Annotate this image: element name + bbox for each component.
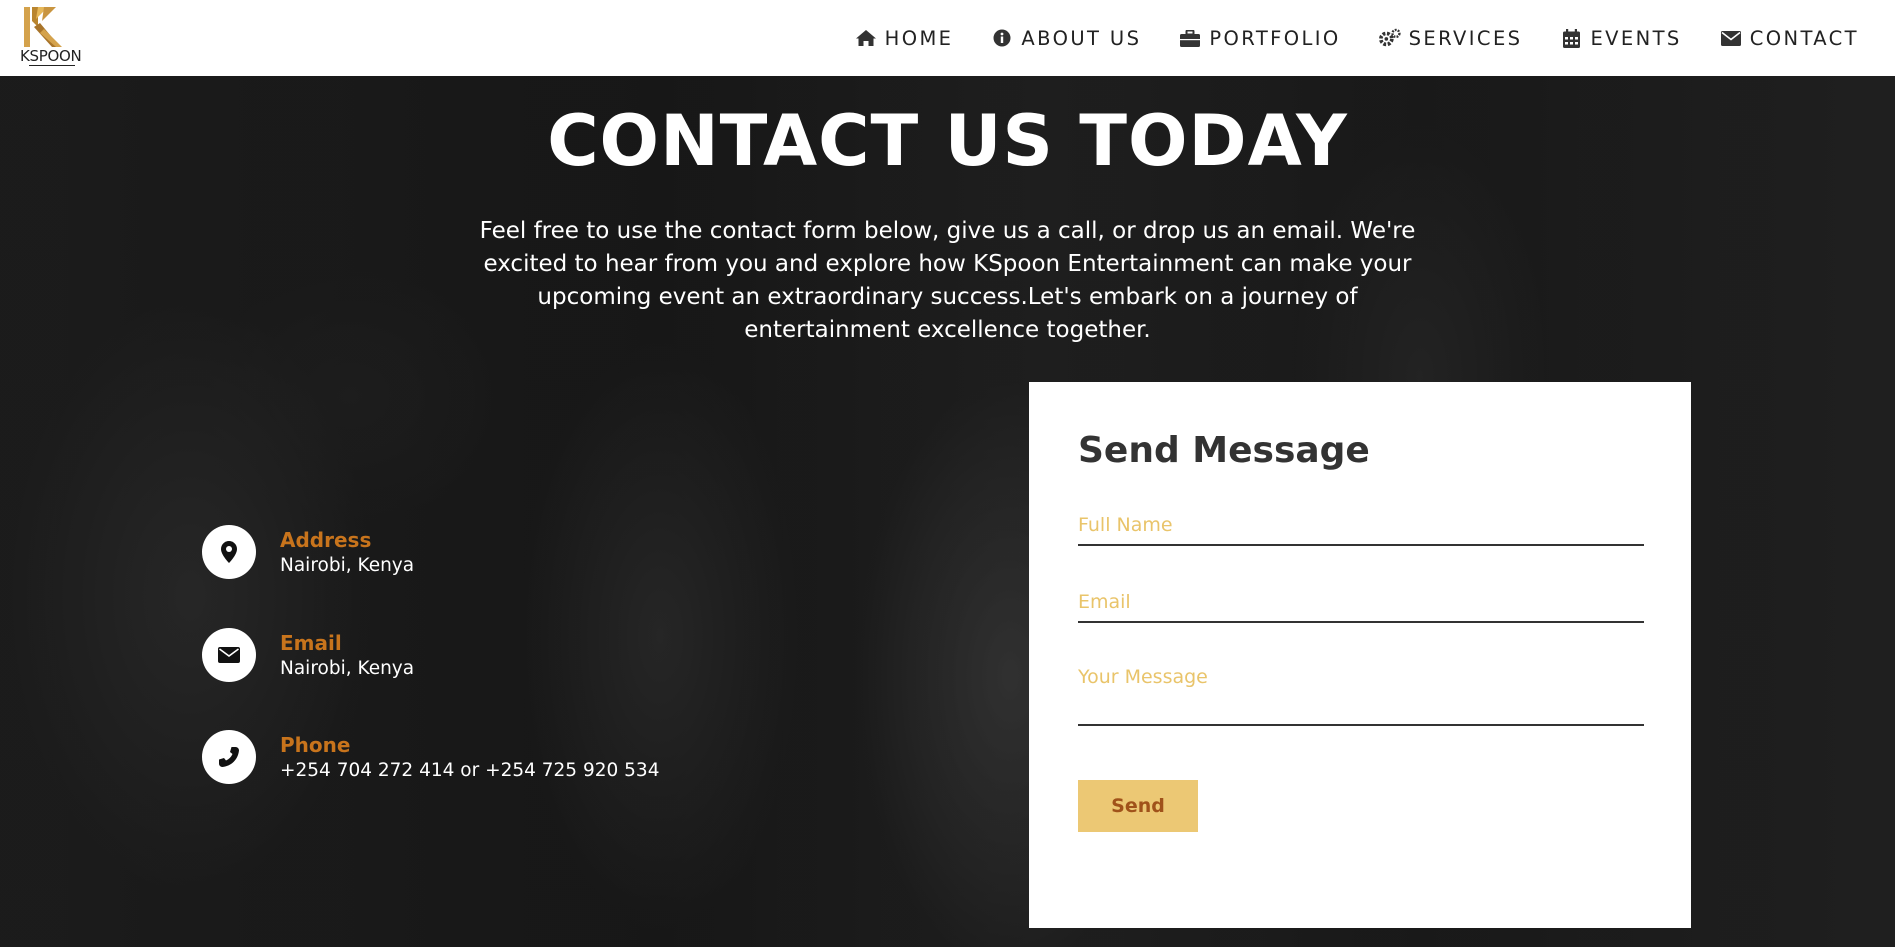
email-input[interactable] <box>1078 589 1644 623</box>
calendar-icon <box>1560 28 1582 48</box>
phone-icon <box>202 730 256 784</box>
message-textarea[interactable] <box>1078 666 1644 726</box>
info-circle-icon <box>991 28 1013 48</box>
nav-label-services: SERVICES <box>1408 26 1523 50</box>
contact-address: Address Nairobi, Kenya <box>202 525 414 579</box>
nav-item-events[interactable]: EVENTS <box>1560 27 1681 50</box>
email-text: Email Nairobi, Kenya <box>280 630 414 682</box>
nav-item-about-us[interactable]: ABOUT US <box>991 27 1141 50</box>
nav-menu: HOME ABOUT US PORTFOLIO SERVICES EVENTS <box>855 0 1859 76</box>
address-text: Address Nairobi, Kenya <box>280 527 414 579</box>
kspoon-logo[interactable]: KSPOON <box>20 7 90 69</box>
hero-description: Feel free to use the contact form below,… <box>479 218 1416 343</box>
home-icon <box>855 28 877 48</box>
logo-k-mark-icon <box>24 7 62 47</box>
email-label: Email <box>280 631 342 655</box>
nav-label-contact: CONTACT <box>1749 26 1859 50</box>
form-title: Send Message <box>1078 430 1370 471</box>
nav-item-home[interactable]: HOME <box>855 27 954 50</box>
nav-label-about-us: ABOUT US <box>1021 26 1142 50</box>
send-button[interactable]: Send <box>1078 780 1198 832</box>
send-message-form: Send Message Send <box>1029 382 1691 928</box>
gears-icon <box>1378 28 1401 48</box>
top-navbar: KSPOON HOME ABOUT US PORTFOLIO SERVICES … <box>0 0 1895 76</box>
email-value: Nairobi, Kenya <box>280 658 415 679</box>
map-pin-icon <box>202 525 256 579</box>
full-name-input[interactable] <box>1078 512 1644 546</box>
contact-phone: Phone +254 704 272 414 or +254 725 920 5… <box>202 730 659 784</box>
nav-item-services[interactable]: SERVICES <box>1378 26 1523 50</box>
nav-label-events: EVENTS <box>1590 26 1682 50</box>
phone-label: Phone <box>280 733 351 757</box>
nav-item-portfolio[interactable]: PORTFOLIO <box>1179 27 1340 50</box>
logo-underline <box>29 65 75 66</box>
address-label: Address <box>280 528 372 552</box>
address-value: Nairobi, Kenya <box>280 555 415 576</box>
contact-email: Email Nairobi, Kenya <box>202 628 414 682</box>
page-title: CONTACT US TODAY <box>547 100 1348 182</box>
envelope-icon <box>202 628 256 682</box>
nav-label-home: HOME <box>884 26 954 50</box>
logo-text: KSPOON <box>20 47 82 65</box>
nav-item-contact[interactable]: CONTACT <box>1720 27 1859 50</box>
phone-text: Phone +254 704 272 414 or +254 725 920 5… <box>280 732 659 784</box>
nav-label-portfolio: PORTFOLIO <box>1209 26 1341 50</box>
briefcase-icon <box>1179 28 1201 48</box>
phone-value: +254 704 272 414 or +254 725 920 534 <box>280 760 660 781</box>
envelope-icon <box>1720 28 1742 48</box>
